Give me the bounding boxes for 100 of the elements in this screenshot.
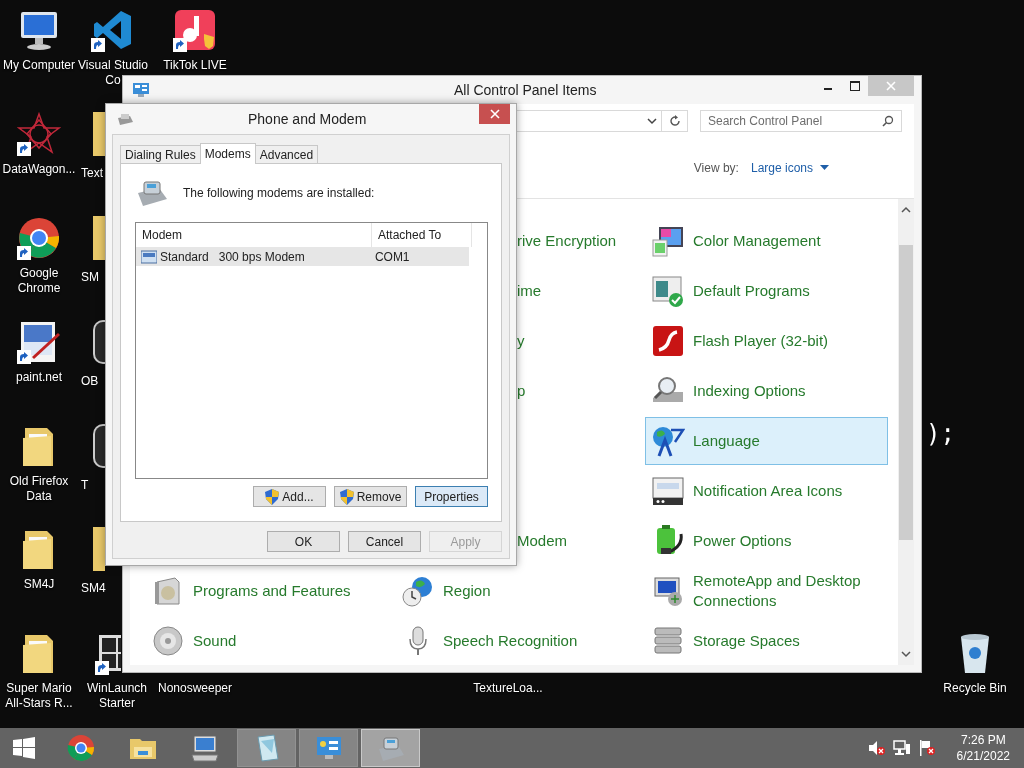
tab[interactable]: Advanced bbox=[254, 145, 319, 163]
search-icon bbox=[882, 115, 894, 127]
item-label[interactable]: Region bbox=[443, 581, 491, 601]
item-label[interactable]: Notification Area Icons bbox=[693, 481, 843, 501]
port-name: COM1 bbox=[373, 249, 411, 264]
control-panel-item[interactable]: Notification Area Icons bbox=[645, 467, 888, 515]
item-label[interactable]: Programs and Features bbox=[193, 581, 351, 601]
network-icon[interactable] bbox=[892, 740, 911, 756]
icon-label[interactable]: Google Chrome bbox=[0, 266, 78, 296]
shield-button[interactable]: Add... bbox=[253, 486, 326, 507]
telephone-icon bbox=[135, 179, 169, 207]
close-button[interactable] bbox=[479, 104, 510, 124]
control-panel-item[interactable]: Sound bbox=[145, 617, 395, 665]
control-panel-item[interactable]: Programs and Features bbox=[145, 567, 395, 615]
item-label[interactable]: Default Programs bbox=[693, 281, 810, 301]
color-item-icon bbox=[651, 224, 685, 258]
muted-speaker-icon[interactable] bbox=[867, 740, 886, 756]
control-panel-item[interactable]: Default Programs bbox=[645, 267, 888, 315]
control-panel-item[interactable]: Region bbox=[395, 567, 645, 615]
control-panel-item[interactable]: Power Options bbox=[645, 517, 888, 565]
control-taskbar-button[interactable] bbox=[299, 729, 358, 767]
region-item-icon bbox=[401, 574, 435, 608]
language-item-icon bbox=[651, 424, 685, 458]
icon-label[interactable]: paint.net bbox=[0, 370, 78, 385]
modem-name: Standard 300 bps Modem bbox=[160, 249, 305, 264]
caret-icon bbox=[820, 165, 829, 171]
icon-label[interactable]: Text bbox=[81, 166, 103, 180]
icon-label[interactable]: Recycle Bin bbox=[936, 681, 1014, 696]
icon-label[interactable]: Nonosweeper bbox=[156, 681, 234, 696]
tab[interactable]: Dialing Rules bbox=[120, 145, 201, 163]
item-label[interactable]: Storage Spaces bbox=[693, 631, 800, 651]
clock-date[interactable]: 6/21/2022 bbox=[956, 748, 1010, 764]
partial-icon[interactable] bbox=[93, 424, 105, 468]
maximize-icon bbox=[849, 81, 860, 91]
icon-label[interactable]: Super Mario All-Stars R... bbox=[0, 681, 78, 711]
list-row[interactable]: Standard 300 bps Modem COM1 bbox=[136, 247, 469, 266]
clock-time[interactable]: 7:26 PM bbox=[960, 732, 1006, 748]
control-panel-item[interactable]: RemoteApp and Desktop Connections bbox=[645, 567, 888, 615]
control-panel-item[interactable]: Indexing Options bbox=[645, 367, 888, 415]
window-title: Phone and Modem bbox=[248, 111, 367, 127]
icon-label[interactable]: TextureLoa... bbox=[469, 681, 547, 696]
close-icon bbox=[886, 81, 896, 91]
item-label[interactable]: ime bbox=[517, 281, 542, 301]
icon-label[interactable]: TikTok LIVE bbox=[156, 58, 234, 73]
item-label[interactable]: p bbox=[517, 381, 526, 401]
notepad-taskbar-button[interactable] bbox=[237, 729, 296, 767]
phone-icon bbox=[116, 112, 134, 126]
control-panel-item[interactable]: Storage Spaces bbox=[645, 617, 888, 665]
keyboard-icon bbox=[189, 733, 220, 763]
windows-logo-icon bbox=[13, 737, 35, 759]
control-panel-icon bbox=[133, 83, 149, 97]
icon-label[interactable]: SM bbox=[81, 270, 99, 284]
item-label[interactable]: Power Options bbox=[693, 531, 792, 551]
item-label[interactable]: Indexing Options bbox=[693, 381, 806, 401]
item-label[interactable]: Flash Player (32-bit) bbox=[693, 331, 829, 351]
item-label[interactable]: RemoteApp and Desktop Connections bbox=[693, 571, 887, 611]
shield-button[interactable]: Remove bbox=[334, 486, 407, 507]
icon-label[interactable]: WinLaunch Starter bbox=[78, 681, 156, 711]
control-panel-item[interactable]: Color Management bbox=[645, 217, 888, 265]
tab[interactable]: Modems bbox=[199, 143, 256, 164]
refresh-icon bbox=[668, 115, 681, 127]
item-label[interactable]: Modem bbox=[517, 531, 568, 551]
dialog-button[interactable]: Properties bbox=[415, 486, 488, 507]
item-label[interactable]: Speech Recognition bbox=[443, 631, 578, 651]
item-label[interactable]: Sound bbox=[193, 631, 237, 651]
icon-label[interactable]: SM4J bbox=[0, 577, 78, 592]
modem-icon bbox=[141, 249, 157, 264]
item-label[interactable]: rive Encryption bbox=[517, 231, 617, 251]
flag-icon[interactable] bbox=[917, 740, 936, 756]
control-panel-item[interactable]: Speech Recognition bbox=[395, 617, 645, 665]
item-label[interactable]: Language bbox=[693, 431, 760, 451]
icon-label[interactable]: SM4 bbox=[81, 581, 106, 595]
icon-label[interactable]: T bbox=[81, 478, 89, 492]
music-note-icon[interactable] bbox=[173, 8, 217, 52]
shield-icon bbox=[339, 488, 354, 505]
view-dropdown[interactable]: Large icons bbox=[750, 161, 829, 175]
notification-item-icon bbox=[651, 474, 685, 508]
dialog-button[interactable]: OK bbox=[267, 531, 340, 552]
star-pattern-icon[interactable] bbox=[17, 112, 61, 156]
dropdown-caret-icon[interactable] bbox=[647, 117, 657, 125]
minimize-icon bbox=[823, 88, 832, 90]
icon-label[interactable]: DataWagon... bbox=[0, 162, 78, 177]
icon-label[interactable]: Old Firefox Data bbox=[0, 474, 78, 504]
control-panel-item[interactable]: Flash Player (32-bit) bbox=[645, 317, 888, 365]
flash-item-icon bbox=[651, 324, 685, 358]
sound-item-icon bbox=[151, 624, 185, 658]
close-icon bbox=[489, 109, 500, 119]
search-field[interactable]: Search Control Panel bbox=[700, 110, 902, 132]
selected-item[interactable]: Language bbox=[645, 417, 888, 465]
default-item-icon bbox=[651, 274, 685, 308]
intro-text: The following modems are installed: bbox=[183, 186, 375, 200]
view-by-label: View by: bbox=[693, 161, 739, 175]
scrollbar[interactable] bbox=[898, 199, 914, 665]
item-label[interactable]: Color Management bbox=[693, 231, 821, 251]
refresh-button[interactable] bbox=[662, 110, 688, 132]
window-title: All Control Panel Items bbox=[454, 82, 597, 98]
item-label[interactable]: y bbox=[517, 331, 525, 351]
partial-icon[interactable] bbox=[93, 320, 105, 364]
icon-label[interactable]: OB bbox=[81, 374, 99, 388]
dialog-button[interactable]: Cancel bbox=[348, 531, 421, 552]
